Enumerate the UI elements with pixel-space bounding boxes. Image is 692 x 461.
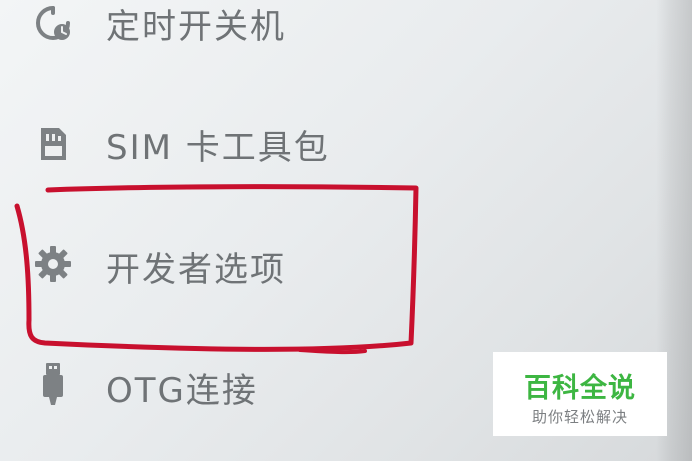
menu-item-label: SIM 卡工具包: [106, 128, 330, 168]
gear-icon: [33, 244, 73, 284]
menu-item-label: 定时开关机: [106, 7, 286, 47]
watermark-title: 百科全说: [524, 373, 636, 404]
menu-item-developer-options[interactable]: 开发者选项: [0, 220, 640, 310]
menu-item-label: 开发者选项: [106, 250, 286, 290]
clock-timer-icon: [33, 3, 73, 43]
usb-icon: [33, 361, 73, 405]
watermark-badge: 百科全说 助你轻松解决: [493, 352, 667, 436]
menu-item-label: OTG连接: [106, 371, 258, 411]
menu-item-scheduled-power[interactable]: 定时开关机: [0, 0, 640, 68]
sim-card-icon: [33, 124, 73, 164]
watermark-subtitle: 助你轻松解决: [531, 408, 628, 426]
menu-item-sim-toolkit[interactable]: SIM 卡工具包: [0, 98, 640, 188]
